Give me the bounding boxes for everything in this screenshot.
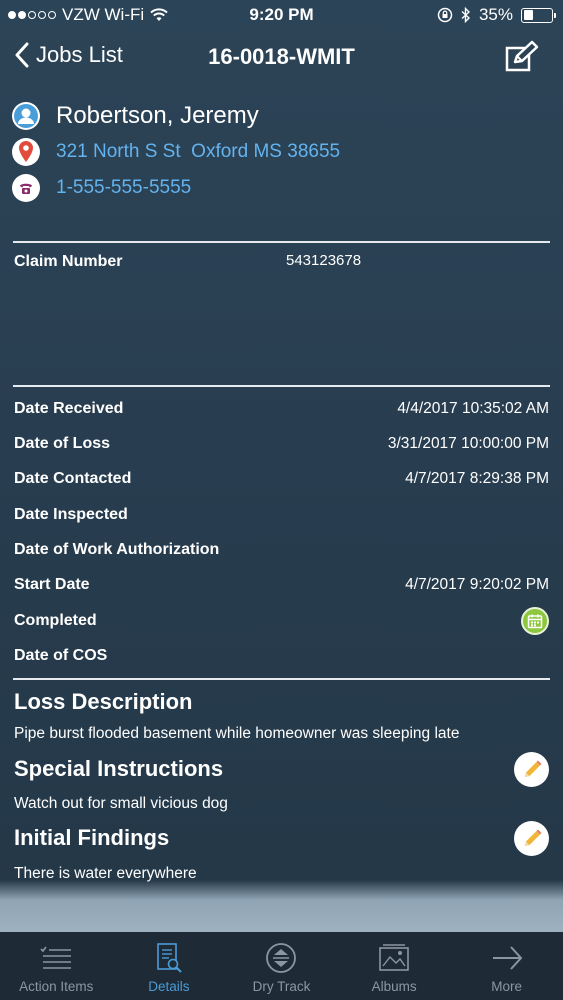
battery-icon xyxy=(521,7,556,23)
date-label: Start Date xyxy=(14,576,90,593)
tab-albums[interactable]: Albums xyxy=(338,932,451,1000)
tab-label: More xyxy=(491,979,523,994)
date-label: Date Contacted xyxy=(14,470,132,487)
date-value: 4/7/2017 9:20:02 PM xyxy=(405,576,549,593)
divider xyxy=(13,678,550,680)
status-icons: 35% xyxy=(437,5,556,25)
special-instructions-title: Special Instructions xyxy=(14,756,224,781)
photo-album-icon xyxy=(379,944,409,971)
claim-number-label: Claim Number xyxy=(14,253,123,270)
date-label: Date Inspected xyxy=(14,506,128,523)
date-row: Date Contacted 4/7/2017 8:29:38 PM xyxy=(14,467,549,491)
contact-name-row: Robertson, Jeremy xyxy=(12,98,552,133)
date-label: Date of COS xyxy=(14,647,108,664)
date-label: Completed xyxy=(14,612,97,629)
phone-link[interactable]: 1-555-555-5555 xyxy=(56,177,191,199)
date-row: Date of Loss 3/31/2017 10:00:00 PM xyxy=(14,432,549,456)
special-instructions-text: Watch out for small vicious dog xyxy=(14,795,228,812)
map-pin-icon xyxy=(12,137,40,166)
contact-info: Robertson, Jeremy 321 North S St Oxford … xyxy=(12,98,552,206)
bluetooth-icon xyxy=(461,7,470,23)
edit-special-instructions-button[interactable] xyxy=(514,752,549,787)
tab-label: Action Items xyxy=(19,979,94,994)
date-row: Date Received 4/4/2017 10:35:02 AM xyxy=(14,397,549,421)
divider xyxy=(13,385,550,387)
date-value: 4/7/2017 8:29:38 PM xyxy=(405,470,549,487)
pencil-icon xyxy=(524,829,541,846)
compass-icon xyxy=(266,943,297,973)
tab-bar: Action Items Details Dry Track Albums Mo… xyxy=(0,932,563,1000)
arrow-right-icon xyxy=(492,946,523,970)
date-row: Date Inspected xyxy=(14,503,549,527)
page-title: 16-0018-WMIT xyxy=(208,44,355,69)
tab-label: Albums xyxy=(371,979,417,994)
claim-number-value: 543123678 xyxy=(286,252,362,269)
tab-details[interactable]: Details xyxy=(113,932,226,1000)
date-label: Date Received xyxy=(14,400,124,417)
calendar-icon xyxy=(527,614,543,629)
date-row: Date of Work Authorization xyxy=(14,538,549,562)
address-link[interactable]: 321 North S St Oxford MS 38655 xyxy=(56,141,340,163)
contact-phone-row[interactable]: 1-555-555-5555 xyxy=(12,170,552,205)
completed-calendar-button[interactable] xyxy=(521,607,549,635)
date-label: Date of Work Authorization xyxy=(14,541,220,558)
date-label: Date of Loss xyxy=(14,435,111,452)
orientation-lock-icon xyxy=(437,7,453,23)
pencil-icon xyxy=(524,760,541,777)
list-icon xyxy=(40,946,72,969)
claim-number-row: Claim Number xyxy=(14,250,549,274)
tab-label: Details xyxy=(148,979,190,994)
initial-findings-title: Initial Findings xyxy=(14,825,170,850)
date-row: Start Date 4/7/2017 9:20:02 PM xyxy=(14,573,549,597)
loss-description-text: Pipe burst flooded basement while homeow… xyxy=(14,725,460,742)
date-value: 4/4/2017 10:35:02 AM xyxy=(397,400,549,417)
navigation-bar: Jobs List 16-0018-WMIT xyxy=(0,30,563,86)
contact-address-row[interactable]: 321 North S St Oxford MS 38655 xyxy=(12,134,552,169)
customer-name: Robertson, Jeremy xyxy=(56,101,259,129)
date-row: Date of COS xyxy=(14,644,549,668)
divider xyxy=(13,241,550,243)
date-value: 3/31/2017 10:00:00 PM xyxy=(387,435,549,452)
phone-icon xyxy=(12,173,40,202)
edit-initial-findings-button[interactable] xyxy=(514,821,549,856)
tab-action-items[interactable]: Action Items xyxy=(0,932,113,1000)
status-bar: VZW Wi-Fi 9:20 PM 35% xyxy=(0,0,563,30)
tab-label: Dry Track xyxy=(252,979,311,994)
person-icon xyxy=(12,101,40,130)
tab-dry-track[interactable]: Dry Track xyxy=(225,932,338,1000)
initial-findings-text: There is water everywhere xyxy=(14,865,197,882)
battery-percent: 35% xyxy=(478,5,513,24)
loss-description-title: Loss Description xyxy=(14,689,193,714)
date-row: Completed xyxy=(14,607,549,635)
document-search-icon xyxy=(157,943,182,973)
edit-icon[interactable] xyxy=(505,40,539,74)
tab-more[interactable]: More xyxy=(450,932,563,1000)
